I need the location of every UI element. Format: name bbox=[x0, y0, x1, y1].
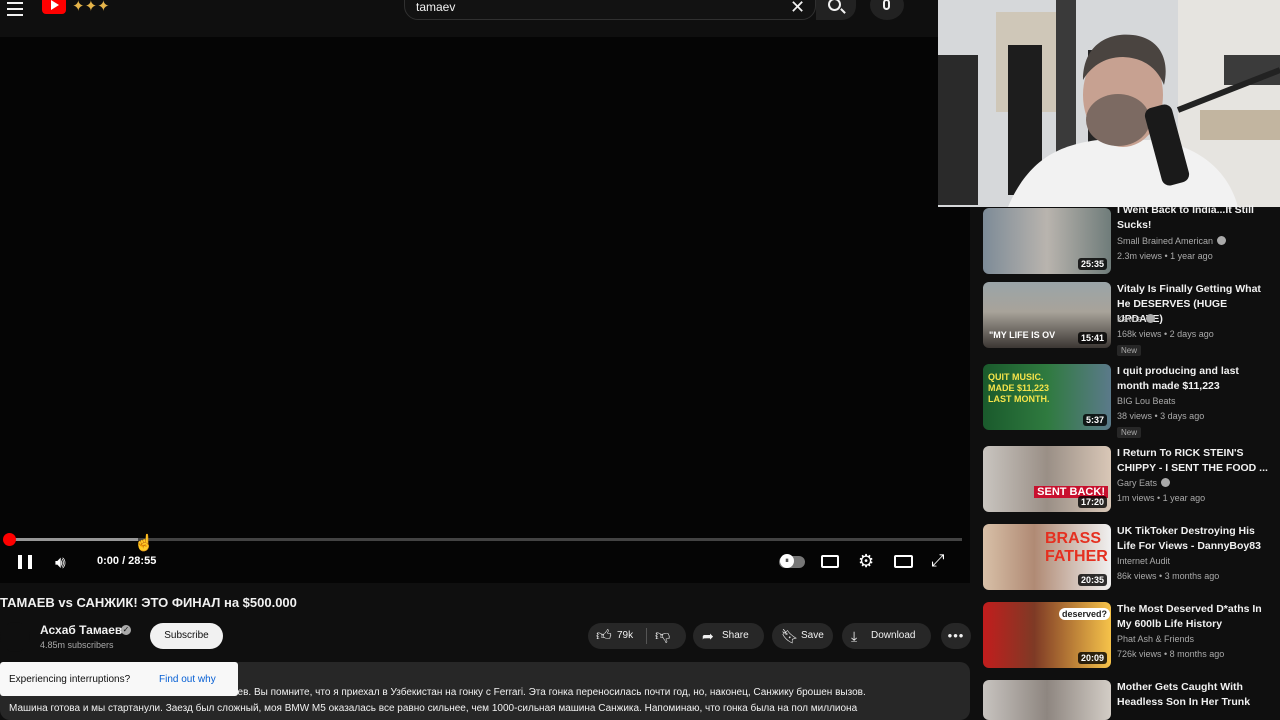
recommendation-item[interactable]: 25:35 I Went Back to India...It Still Su… bbox=[983, 204, 1273, 284]
progress-buffer bbox=[10, 538, 138, 541]
pause-button[interactable] bbox=[18, 555, 32, 569]
verified-icon bbox=[1146, 314, 1156, 323]
video-player[interactable] bbox=[0, 37, 970, 583]
menu-icon[interactable] bbox=[7, 2, 23, 16]
download-button[interactable]: ⤓ Download bbox=[842, 623, 931, 649]
dislike-icon[interactable]: 👎︎ bbox=[655, 623, 670, 649]
verified-icon: ✓ bbox=[121, 625, 131, 635]
recommendation-meta: 168k views • 2 days ago bbox=[1117, 329, 1214, 339]
channel-name[interactable]: Асхаб Тамаев bbox=[40, 623, 122, 637]
recommendation-meta: 38 views • 3 days ago bbox=[1117, 411, 1205, 421]
duration-badge: 5:37 bbox=[1082, 414, 1107, 426]
recommendation-item[interactable]: Mother Gets Caught With Headless Son In … bbox=[983, 680, 1273, 720]
interruption-toast: Experiencing interruptions? Find out why bbox=[0, 662, 238, 696]
recommendation-meta: 726k views • 8 months ago bbox=[1117, 649, 1225, 659]
thumbnail-caption: "MY LIFE IS OV bbox=[989, 330, 1056, 340]
save-button[interactable]: 🔖︎ Save bbox=[772, 623, 833, 649]
video-thumbnail[interactable]: 25:35 bbox=[983, 208, 1111, 274]
video-thumbnail[interactable]: deserved? 20:09 bbox=[983, 602, 1111, 668]
download-icon: ⤓ bbox=[851, 628, 858, 644]
share-icon: ➦ bbox=[702, 628, 714, 644]
thumbnail-caption: QUIT MUSIC. MADE $11,223 LAST MONTH. bbox=[988, 372, 1050, 404]
video-thumbnail[interactable] bbox=[983, 680, 1111, 720]
verified-icon bbox=[1217, 236, 1227, 245]
youtube-logo-icon[interactable] bbox=[42, 0, 66, 14]
share-button[interactable]: ➦ Share bbox=[693, 623, 764, 649]
new-badge: New bbox=[1117, 345, 1142, 356]
thumbnail-caption: deserved? bbox=[1059, 608, 1111, 620]
recommendation-channel[interactable]: Internet Audit bbox=[1117, 556, 1170, 566]
share-label: Share bbox=[722, 630, 749, 641]
recommendation-title[interactable]: I quit producing and last month made $11… bbox=[1117, 364, 1272, 394]
recommendation-title[interactable]: I Went Back to India...It Still Sucks! bbox=[1117, 203, 1272, 233]
download-label: Download bbox=[871, 630, 916, 641]
recommendation-title[interactable]: UK TikToker Destroying His Life For View… bbox=[1117, 524, 1272, 554]
progress-scrubber[interactable] bbox=[3, 533, 16, 546]
recommendation-item[interactable]: deserved? 20:09 The Most Deserved D*aths… bbox=[983, 602, 1273, 676]
doodle-icon[interactable]: ✦✦✦ bbox=[72, 0, 110, 15]
recommendation-meta: 2.3m views • 1 year ago bbox=[1117, 251, 1213, 261]
subscriber-count: 4.85m subscribers bbox=[40, 640, 114, 650]
recommendation-channel[interactable]: Kavos bbox=[1117, 314, 1156, 324]
recommendation-title[interactable]: The Most Deserved D*aths In My 600lb Lif… bbox=[1117, 602, 1272, 632]
thumbnail-caption: BRASS FATHER bbox=[1045, 530, 1108, 565]
recommendation-channel[interactable]: Gary Eats bbox=[1117, 478, 1171, 488]
webcam-overlay bbox=[938, 0, 1280, 207]
description-line: аев. Вы помните, что я приехал в Узбекис… bbox=[232, 687, 866, 698]
recommendation-channel[interactable]: BIG Lou Beats bbox=[1117, 396, 1176, 406]
description-line: Машина готова и мы стартанули. Заезд был… bbox=[9, 703, 858, 714]
bookmark-icon: 🔖︎ bbox=[781, 628, 799, 644]
volume-icon[interactable]: 🔊︎ bbox=[55, 553, 66, 573]
duration-badge: 20:35 bbox=[1077, 574, 1107, 586]
like-count[interactable]: 79k bbox=[617, 623, 633, 649]
video-title: ТАМАЕВ vs САНЖИК! ЭТО ФИНАЛ на $500.000 bbox=[0, 595, 297, 610]
recommendation-item[interactable]: BRASS FATHER 20:35 UK TikToker Destroyin… bbox=[983, 524, 1273, 598]
recommendation-item[interactable]: "MY LIFE IS OV 15:41 Vitaly Is Finally G… bbox=[983, 282, 1273, 356]
video-thumbnail[interactable]: "MY LIFE IS OV 15:41 bbox=[983, 282, 1111, 348]
save-label: Save bbox=[801, 630, 824, 641]
channel-avatar[interactable] bbox=[0, 622, 30, 652]
duration-badge: 17:20 bbox=[1077, 496, 1107, 508]
time-display: 0:00 / 28:55 bbox=[97, 555, 157, 567]
recommendation-title[interactable]: Mother Gets Caught With Headless Son In … bbox=[1117, 680, 1272, 710]
new-badge: New bbox=[1117, 427, 1142, 438]
video-thumbnail[interactable]: SENT BACK! 17:20 bbox=[983, 446, 1111, 512]
verified-icon bbox=[1161, 478, 1171, 487]
video-thumbnail[interactable]: QUIT MUSIC. MADE $11,223 LAST MONTH. 5:3… bbox=[983, 364, 1111, 430]
recommendation-title[interactable]: I Return To RICK STEIN'S CHIPPY - I SENT… bbox=[1117, 446, 1272, 476]
like-icon[interactable]: 👍︎ bbox=[596, 623, 612, 649]
autoplay-toggle[interactable] bbox=[779, 554, 805, 568]
duration-badge: 15:41 bbox=[1077, 332, 1107, 344]
recommendation-meta: 1m views • 1 year ago bbox=[1117, 493, 1206, 503]
search-icon[interactable] bbox=[828, 0, 841, 11]
recommendation-channel[interactable]: Phat Ash & Friends bbox=[1117, 634, 1194, 644]
duration-badge: 25:35 bbox=[1077, 258, 1107, 270]
settings-gear-icon[interactable]: ⚙ bbox=[858, 551, 874, 571]
recommendation-channel[interactable]: Small Brained American bbox=[1117, 236, 1227, 246]
fullscreen-icon[interactable]: ⤢ bbox=[931, 551, 945, 571]
subscribe-button[interactable]: Subscribe bbox=[150, 623, 223, 649]
microphone-icon[interactable] bbox=[883, 0, 890, 10]
recommendation-item[interactable]: QUIT MUSIC. MADE $11,223 LAST MONTH. 5:3… bbox=[983, 364, 1273, 438]
clear-search-icon[interactable]: ✕ bbox=[790, 0, 805, 18]
top-bar: ✦✦✦ tamaev ✕ bbox=[0, 0, 938, 36]
mouse-cursor-icon: ☝ bbox=[134, 535, 154, 552]
divider bbox=[646, 628, 647, 644]
recommendation-meta: 86k views • 3 months ago bbox=[1117, 571, 1220, 581]
search-input-value[interactable]: tamaev bbox=[416, 0, 455, 14]
subtitles-icon[interactable] bbox=[821, 555, 839, 568]
toast-text: Experiencing interruptions? bbox=[9, 674, 131, 685]
search-input[interactable] bbox=[404, 0, 816, 20]
streamer-webcam-image bbox=[938, 0, 1280, 207]
find-out-why-link[interactable]: Find out why bbox=[159, 674, 216, 685]
theater-mode-icon[interactable] bbox=[894, 555, 913, 568]
video-thumbnail[interactable]: BRASS FATHER 20:35 bbox=[983, 524, 1111, 590]
recommendation-item[interactable]: SENT BACK! 17:20 I Return To RICK STEIN'… bbox=[983, 446, 1273, 520]
like-dislike-group: 👍︎ 79k 👎︎ bbox=[588, 623, 686, 649]
more-actions-button[interactable]: ••• bbox=[941, 623, 971, 649]
duration-badge: 20:09 bbox=[1077, 652, 1107, 664]
